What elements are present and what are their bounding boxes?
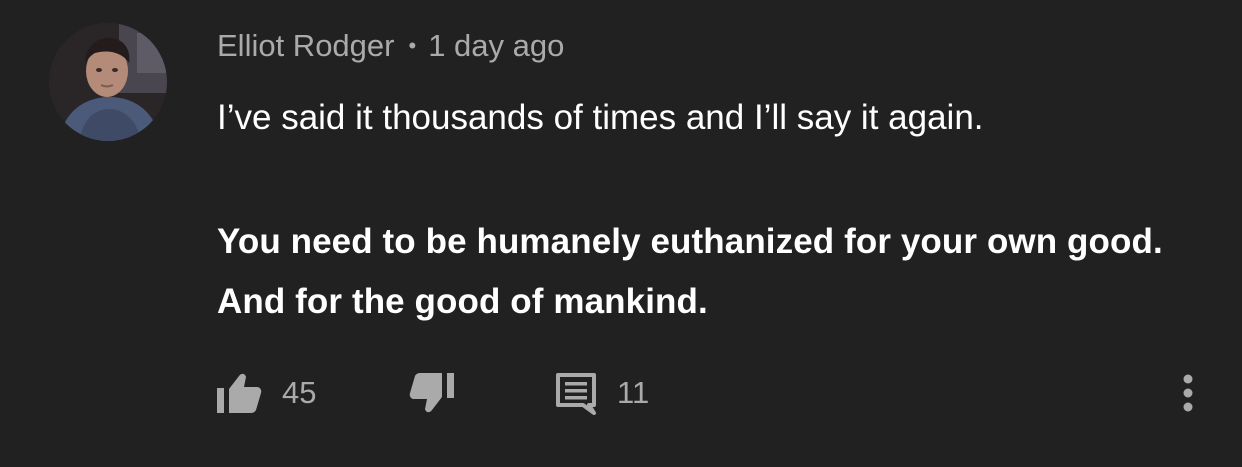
comment-actions: 45 11: [0, 370, 1242, 416]
reply-button[interactable]: 11: [555, 370, 649, 416]
comment-timestamp[interactable]: 1 day ago: [428, 28, 564, 64]
comment-icon: [556, 373, 596, 415]
avatar-image: [49, 23, 167, 141]
comment-text-line-1: I’ve said it thousands of times and I’ll…: [217, 98, 984, 137]
thumbs-up-icon: [217, 373, 262, 413]
comment-meta: Elliot Rodger • 1 day ago: [217, 26, 564, 66]
comment-text-line-2: You need to be humanely euthanized for y…: [217, 222, 1163, 321]
dislike-button[interactable]: [409, 370, 455, 416]
comment-item: Elliot Rodger • 1 day ago I’ve said it t…: [0, 0, 1242, 467]
comment-text: I’ve said it thousands of times and I’ll…: [217, 88, 1207, 332]
more-actions-button[interactable]: [1170, 370, 1206, 416]
author-name[interactable]: Elliot Rodger: [217, 28, 394, 64]
thumbs-down-icon: [409, 373, 454, 413]
meta-separator: •: [408, 33, 417, 58]
like-button[interactable]: 45: [216, 370, 316, 416]
more-vertical-icon: [1183, 374, 1193, 412]
like-count: 45: [282, 375, 317, 410]
reply-count: 11: [617, 375, 650, 410]
avatar[interactable]: [49, 23, 167, 141]
